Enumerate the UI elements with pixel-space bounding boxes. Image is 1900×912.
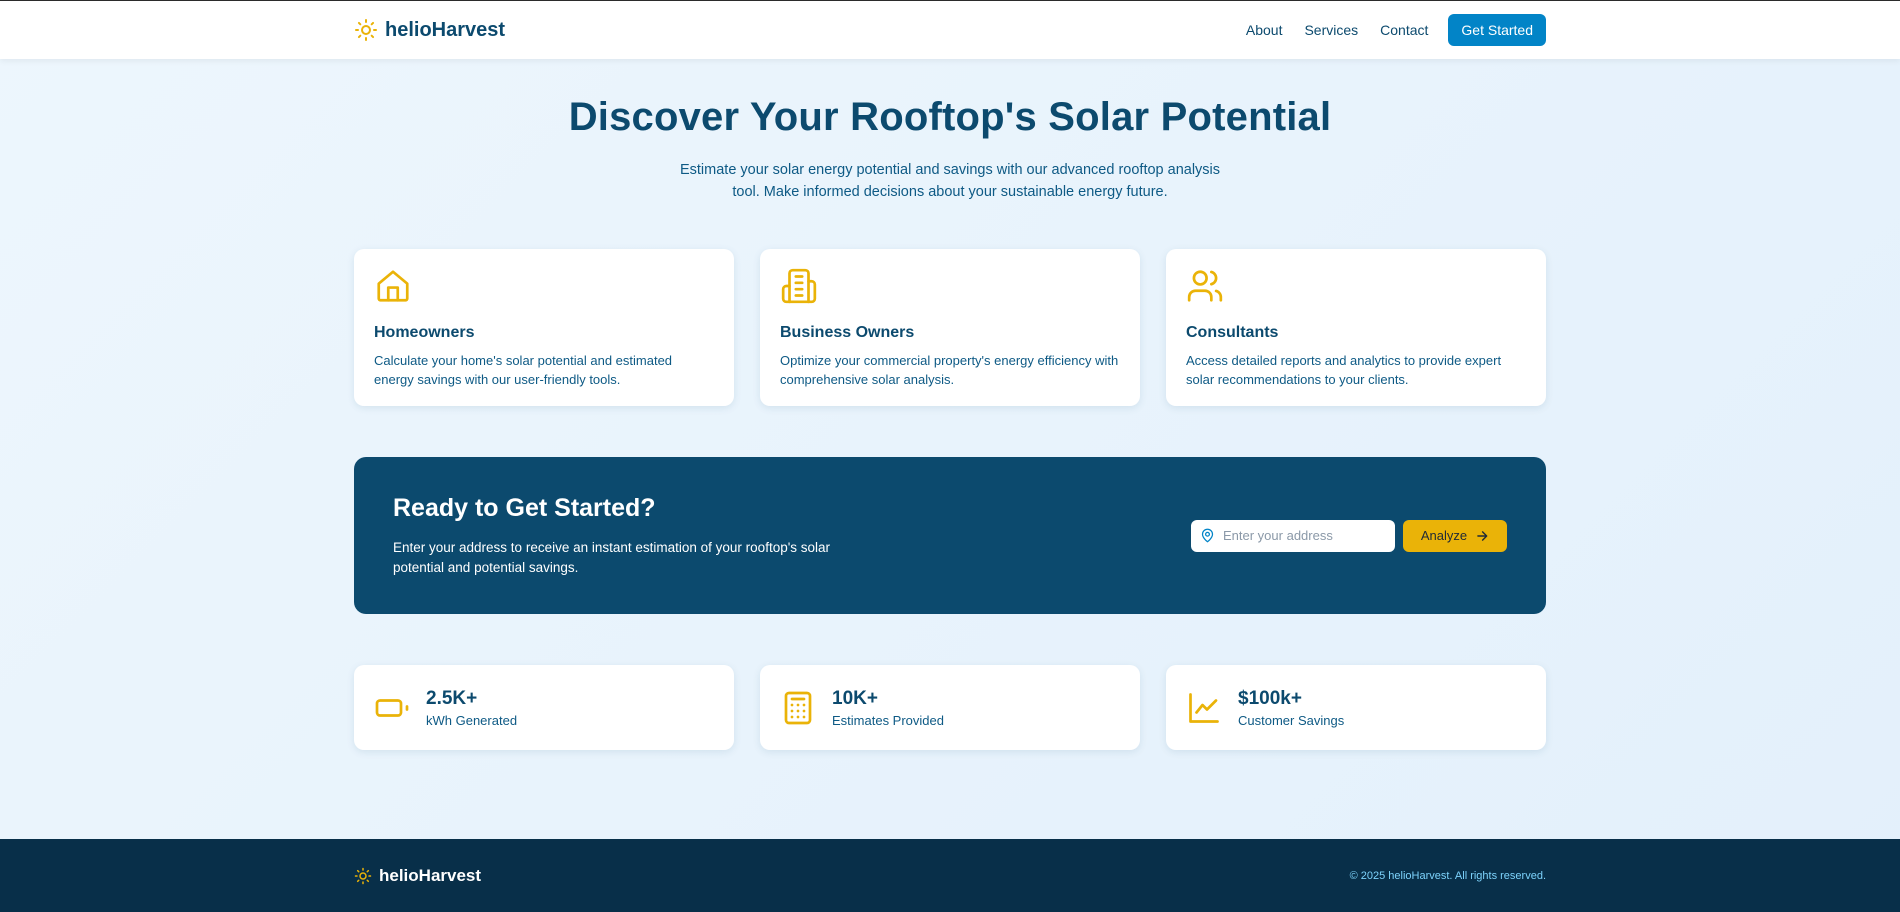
- nav-link-contact[interactable]: Contact: [1380, 22, 1428, 38]
- users-icon: [1187, 270, 1223, 302]
- battery-icon: [375, 698, 409, 717]
- stat-value: 10K+: [832, 687, 878, 709]
- banner-description: Enter your address to receive an instant…: [393, 539, 831, 575]
- footer-brand-name: helioHarvest: [379, 865, 482, 885]
- map-pin-icon: [1201, 528, 1214, 543]
- calculator-icon: [784, 691, 812, 724]
- address-field[interactable]: [1191, 519, 1395, 552]
- analyze-button-label: Analyze: [1420, 528, 1468, 543]
- stat-card-estimates: 10K+ Estimates Provided: [760, 665, 1140, 750]
- feature-title: Homeowners: [374, 324, 475, 341]
- stats-cards: 2.5K+ kWh Generated 10K+ Estimates Provi…: [354, 665, 1546, 750]
- copyright-text: © 2025 helioHarvest. All rights reserved…: [1349, 869, 1546, 882]
- brand-name: helioHarvest: [385, 18, 506, 41]
- footer-brand[interactable]: helioHarvest: [354, 866, 481, 886]
- get-started-button[interactable]: Get Started: [1448, 14, 1546, 46]
- hero-section: Discover Your Rooftop's Solar Potential …: [354, 59, 1546, 203]
- site-header: helioHarvest About Services Contact Get …: [0, 0, 1900, 59]
- trending-up-icon: [1189, 692, 1219, 723]
- stat-label: Estimates Provided: [832, 712, 944, 728]
- stat-label: Customer Savings: [1238, 712, 1345, 728]
- nav-link-services[interactable]: Services: [1304, 22, 1358, 38]
- nav-link-about[interactable]: About: [1246, 22, 1283, 38]
- arrow-right-icon: [1477, 530, 1488, 541]
- brand-logo[interactable]: helioHarvest: [354, 18, 505, 42]
- cta-banner: Ready to Get Started? Enter your address…: [354, 457, 1546, 614]
- sun-icon: [354, 867, 372, 884]
- stat-value: 2.5K+: [426, 687, 478, 709]
- hero-title: Discover Your Rooftop's Solar Potential: [568, 95, 1332, 139]
- address-input[interactable]: [1223, 528, 1383, 543]
- stat-text: 10K+ Estimates Provided: [832, 688, 944, 728]
- stat-value: $100k+: [1238, 687, 1302, 709]
- feature-title: Business Owners: [780, 324, 915, 341]
- stat-card-kwh: 2.5K+ kWh Generated: [354, 665, 734, 750]
- stat-label: kWh Generated: [426, 712, 518, 728]
- stat-card-savings: $100k+ Customer Savings: [1166, 665, 1546, 750]
- site-footer: helioHarvest © 2025 helioHarvest. All ri…: [0, 839, 1900, 912]
- house-icon: [377, 270, 409, 302]
- stat-text: $100k+ Customer Savings: [1238, 688, 1344, 728]
- hero-subtitle: Estimate your solar energy potential and…: [679, 162, 1221, 200]
- stat-text: 2.5K+ kWh Generated: [426, 688, 517, 728]
- feature-description: Calculate your home's solar potential an…: [374, 353, 673, 387]
- banner-text: Ready to Get Started? Enter your address…: [393, 494, 833, 578]
- feature-card-consultants: Consultants Access detailed reports and …: [1166, 249, 1546, 406]
- main-nav: About Services Contact Get Started: [1224, 14, 1546, 46]
- feature-card-homeowners: Homeowners Calculate your home's solar p…: [354, 249, 734, 406]
- feature-description: Access detailed reports and analytics to…: [1186, 353, 1502, 387]
- address-form: Analyze: [1191, 519, 1507, 552]
- feature-title: Consultants: [1186, 324, 1279, 341]
- feature-description: Optimize your commercial property's ener…: [780, 353, 1119, 387]
- main-content: Discover Your Rooftop's Solar Potential …: [354, 59, 1546, 750]
- building-icon: [781, 268, 817, 304]
- feature-cards: Homeowners Calculate your home's solar p…: [354, 249, 1546, 406]
- feature-card-business-owners: Business Owners Optimize your commercial…: [760, 249, 1140, 406]
- sun-icon: [355, 19, 377, 41]
- banner-title: Ready to Get Started?: [393, 493, 656, 522]
- analyze-button[interactable]: Analyze: [1403, 519, 1507, 552]
